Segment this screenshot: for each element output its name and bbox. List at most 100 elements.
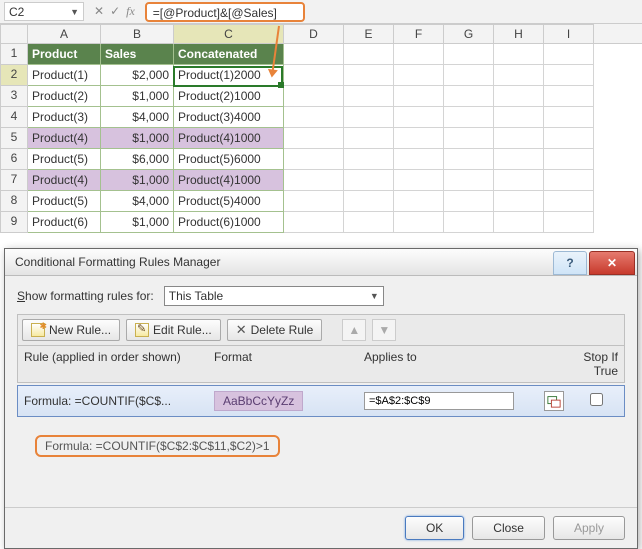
cell-sales[interactable]: $6,000 [101, 149, 174, 170]
cell-sales[interactable]: $1,000 [101, 170, 174, 191]
close-icon[interactable]: ✕ [589, 251, 635, 275]
col-header-F[interactable]: F [394, 24, 444, 43]
col-header-H[interactable]: H [494, 24, 544, 43]
chevron-down-icon[interactable]: ▼ [70, 7, 79, 17]
cell-sales[interactable]: $1,000 [101, 212, 174, 233]
col-header-I[interactable]: I [544, 24, 594, 43]
cell-concat[interactable]: Product(5)6000 [174, 149, 284, 170]
cell-sales[interactable]: $2,000 [101, 65, 174, 86]
cell-product[interactable]: Product(5) [28, 149, 101, 170]
col-header-G[interactable]: G [444, 24, 494, 43]
col-header-C[interactable]: C [174, 24, 284, 43]
cell[interactable] [284, 86, 344, 107]
col-header-A[interactable]: A [28, 24, 101, 43]
cell-sales[interactable]: $1,000 [101, 128, 174, 149]
cell[interactable] [344, 212, 394, 233]
cell[interactable] [444, 44, 494, 65]
apply-button[interactable]: Apply [553, 516, 625, 540]
cell[interactable] [494, 65, 544, 86]
cell[interactable] [444, 107, 494, 128]
cell[interactable] [344, 149, 394, 170]
rule-row[interactable]: Formula: =COUNTIF($C$... AaBbCcYyZz [17, 385, 625, 417]
cell[interactable] [494, 170, 544, 191]
col-header-D[interactable]: D [284, 24, 344, 43]
row-header[interactable]: 4 [0, 107, 28, 128]
cell-concat[interactable]: Product(3)4000 [174, 107, 284, 128]
cell-sales[interactable]: $4,000 [101, 191, 174, 212]
cell[interactable] [394, 128, 444, 149]
table-header-sales[interactable]: Sales [101, 44, 174, 65]
cell[interactable] [544, 44, 594, 65]
name-box[interactable]: C2 ▼ [4, 2, 84, 21]
cell[interactable] [344, 86, 394, 107]
cell[interactable] [444, 191, 494, 212]
cell[interactable] [344, 65, 394, 86]
cell[interactable] [444, 86, 494, 107]
cell[interactable] [494, 128, 544, 149]
cell-product[interactable]: Product(5) [28, 191, 101, 212]
cell[interactable] [544, 86, 594, 107]
cell[interactable] [494, 44, 544, 65]
cell[interactable] [394, 149, 444, 170]
col-header-B[interactable]: B [101, 24, 174, 43]
cell[interactable] [494, 107, 544, 128]
cell[interactable] [444, 170, 494, 191]
applies-to-input[interactable] [364, 392, 514, 410]
cell[interactable] [284, 191, 344, 212]
cell-sales[interactable]: $4,000 [101, 107, 174, 128]
cell-concat[interactable]: Product(2)1000 [174, 86, 284, 107]
table-header-product[interactable]: Product [28, 44, 101, 65]
cell[interactable] [394, 107, 444, 128]
cell[interactable] [344, 191, 394, 212]
scope-dropdown[interactable]: This Table ▼ [164, 286, 384, 306]
cell[interactable] [394, 191, 444, 212]
help-button[interactable]: ? [553, 251, 587, 275]
cell[interactable] [394, 65, 444, 86]
row-header[interactable]: 8 [0, 191, 28, 212]
cell[interactable] [344, 107, 394, 128]
cell-concat[interactable]: Product(5)4000 [174, 191, 284, 212]
cell-product[interactable]: Product(3) [28, 107, 101, 128]
move-down-button[interactable]: ▼ [372, 319, 396, 341]
cell[interactable] [394, 170, 444, 191]
cell-concat[interactable]: Product(1)2000 [174, 65, 284, 86]
row-header[interactable]: 7 [0, 170, 28, 191]
ok-button[interactable]: OK [405, 516, 464, 540]
move-up-button[interactable]: ▲ [342, 319, 366, 341]
cell-product[interactable]: Product(6) [28, 212, 101, 233]
row-header[interactable]: 5 [0, 128, 28, 149]
cell[interactable] [544, 191, 594, 212]
stop-if-true-checkbox[interactable] [590, 393, 603, 406]
new-rule-button[interactable]: New Rule... [22, 319, 120, 341]
cell[interactable] [344, 170, 394, 191]
dialog-titlebar[interactable]: Conditional Formatting Rules Manager ? ✕ [5, 249, 637, 276]
cell[interactable] [544, 107, 594, 128]
cell[interactable] [494, 191, 544, 212]
cell-product[interactable]: Product(2) [28, 86, 101, 107]
cell-concat[interactable]: Product(4)1000 [174, 170, 284, 191]
cell[interactable] [344, 128, 394, 149]
close-button[interactable]: Close [472, 516, 545, 540]
cell-product[interactable]: Product(4) [28, 128, 101, 149]
cell-product[interactable]: Product(4) [28, 170, 101, 191]
cancel-icon[interactable]: ✕ [94, 4, 104, 19]
row-header[interactable]: 1 [0, 44, 28, 65]
cell[interactable] [284, 212, 344, 233]
cell[interactable] [494, 212, 544, 233]
cell[interactable] [444, 149, 494, 170]
delete-rule-button[interactable]: ✕Delete Rule [227, 319, 323, 341]
cell[interactable] [394, 44, 444, 65]
cell-product[interactable]: Product(1) [28, 65, 101, 86]
select-all-corner[interactable] [0, 24, 28, 43]
cell[interactable] [284, 149, 344, 170]
cell[interactable] [344, 44, 394, 65]
cell[interactable] [394, 86, 444, 107]
cell[interactable] [444, 65, 494, 86]
table-header-concat[interactable]: Concatenated [174, 44, 284, 65]
cell[interactable] [284, 128, 344, 149]
cell[interactable] [494, 149, 544, 170]
fx-icon[interactable]: fx [126, 4, 135, 19]
row-header[interactable]: 9 [0, 212, 28, 233]
cell[interactable] [544, 149, 594, 170]
col-header-E[interactable]: E [344, 24, 394, 43]
